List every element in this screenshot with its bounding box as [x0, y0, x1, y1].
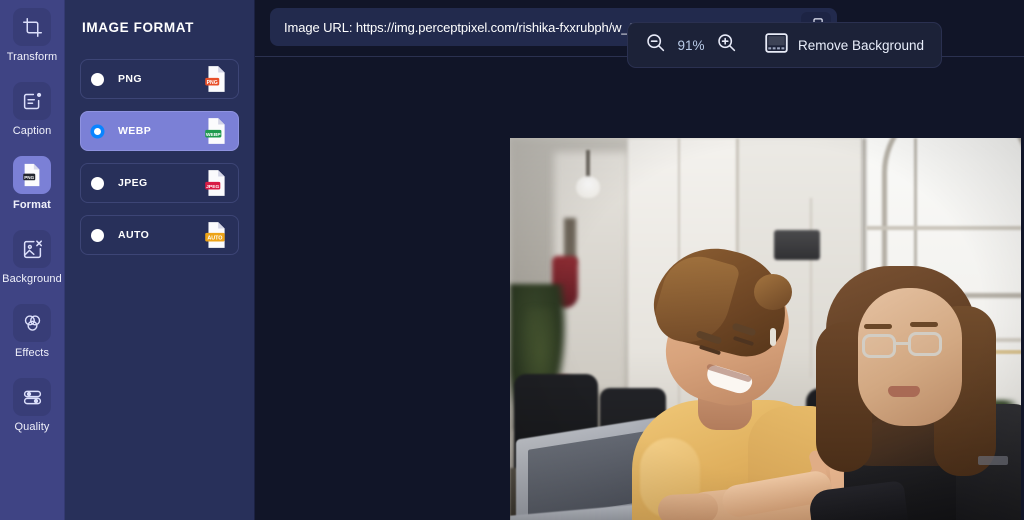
sidebar-item-label: Effects	[14, 347, 50, 359]
left-tool-rail: Transform Caption PNG Format Background …	[0, 0, 65, 520]
svg-text:WEBP: WEBP	[206, 132, 222, 138]
panel-title: IMAGE FORMAT	[82, 20, 194, 35]
effects-icon	[13, 304, 51, 342]
zoom-in-button[interactable]	[716, 32, 737, 58]
format-option-label: WEBP	[118, 125, 152, 137]
zoom-out-icon	[645, 32, 666, 58]
image-remove-icon	[13, 230, 51, 268]
sidebar-item-transform[interactable]: Transform	[0, 8, 65, 80]
svg-text:AUTO: AUTO	[207, 235, 222, 241]
radio-auto[interactable]	[91, 228, 104, 242]
format-option-jpeg[interactable]: JPEG JPEG	[80, 163, 239, 203]
file-webp-badge-icon: WEBP	[204, 117, 228, 145]
format-option-label: JPEG	[118, 177, 148, 189]
svg-text:JPEG: JPEG	[206, 184, 219, 190]
editor-main: Image URL: https://img.perceptpixel.com/…	[255, 0, 1024, 520]
sidebar-item-label: Quality	[14, 421, 50, 433]
file-png-badge-icon: PNG	[204, 65, 228, 93]
image-canvas[interactable]	[510, 138, 1021, 520]
format-option-webp[interactable]: WEBP WEBP	[80, 111, 239, 151]
sidebar-item-effects[interactable]: Effects	[0, 304, 65, 376]
svg-text:PNG: PNG	[24, 175, 34, 180]
remove-background-button[interactable]: Remove Background	[765, 32, 925, 58]
caption-icon	[13, 82, 51, 120]
zoom-level-value: 91%	[677, 37, 705, 53]
canvas-toolbar: 91% Remove Background	[627, 22, 943, 68]
crop-icon	[13, 8, 51, 46]
edited-photo	[510, 138, 1021, 520]
image-format-panel: IMAGE FORMAT PNG PNG WEBP WEBP JPEG JPEG…	[65, 0, 255, 520]
file-auto-badge-icon: AUTO	[204, 221, 228, 249]
sidebar-item-label: Transform	[6, 51, 58, 63]
file-png-icon: PNG	[13, 156, 51, 194]
sidebar-item-label: Background	[2, 273, 62, 285]
sidebar-item-label: Caption	[12, 125, 52, 137]
sidebar-item-quality[interactable]: Quality	[0, 378, 65, 450]
sliders-icon	[13, 378, 51, 416]
radio-jpeg[interactable]	[91, 176, 104, 190]
sidebar-item-background[interactable]: Background	[0, 230, 65, 302]
zoom-out-button[interactable]	[645, 32, 666, 58]
remove-background-label: Remove Background	[798, 37, 925, 53]
file-jpeg-badge-icon: JPEG	[204, 169, 228, 197]
remove-background-icon	[765, 32, 788, 58]
format-option-label: PNG	[118, 73, 142, 85]
sidebar-item-caption[interactable]: Caption	[0, 82, 65, 154]
sidebar-item-label: Format	[13, 199, 51, 211]
svg-text:PNG: PNG	[207, 80, 218, 86]
sidebar-item-format[interactable]: PNG Format	[0, 156, 65, 228]
radio-png[interactable]	[91, 72, 104, 86]
zoom-in-icon	[716, 32, 737, 58]
radio-webp[interactable]	[91, 124, 104, 138]
format-option-label: AUTO	[118, 229, 150, 241]
format-option-png[interactable]: PNG PNG	[80, 59, 239, 99]
format-option-auto[interactable]: AUTO AUTO	[80, 215, 239, 255]
